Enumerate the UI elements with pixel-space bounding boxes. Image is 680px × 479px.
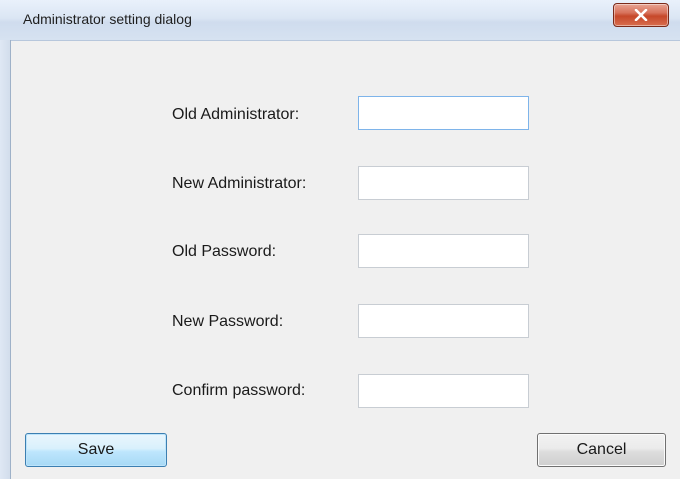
dialog-client-area: [11, 41, 680, 479]
old-administrator-input[interactable]: [358, 96, 529, 130]
new-password-label: New Password:: [172, 313, 284, 330]
new-administrator-input[interactable]: [358, 166, 529, 200]
old-administrator-label: Old Administrator:: [172, 106, 300, 123]
title-bar[interactable]: Administrator setting dialog: [0, 0, 680, 41]
confirm-password-input[interactable]: [358, 374, 529, 408]
save-button[interactable]: Save: [25, 433, 167, 467]
confirm-password-label: Confirm password:: [172, 382, 306, 399]
admin-setting-dialog: Administrator setting dialog Old Adminis…: [0, 0, 680, 479]
close-icon: [634, 9, 648, 21]
cancel-button[interactable]: Cancel: [537, 433, 666, 467]
old-password-input[interactable]: [358, 234, 529, 268]
old-password-label: Old Password:: [172, 243, 277, 260]
new-password-input[interactable]: [358, 304, 529, 338]
new-administrator-label: New Administrator:: [172, 175, 307, 192]
window-title: Administrator setting dialog: [23, 11, 192, 27]
close-button[interactable]: [613, 3, 669, 27]
window-frame-left: [0, 40, 11, 479]
